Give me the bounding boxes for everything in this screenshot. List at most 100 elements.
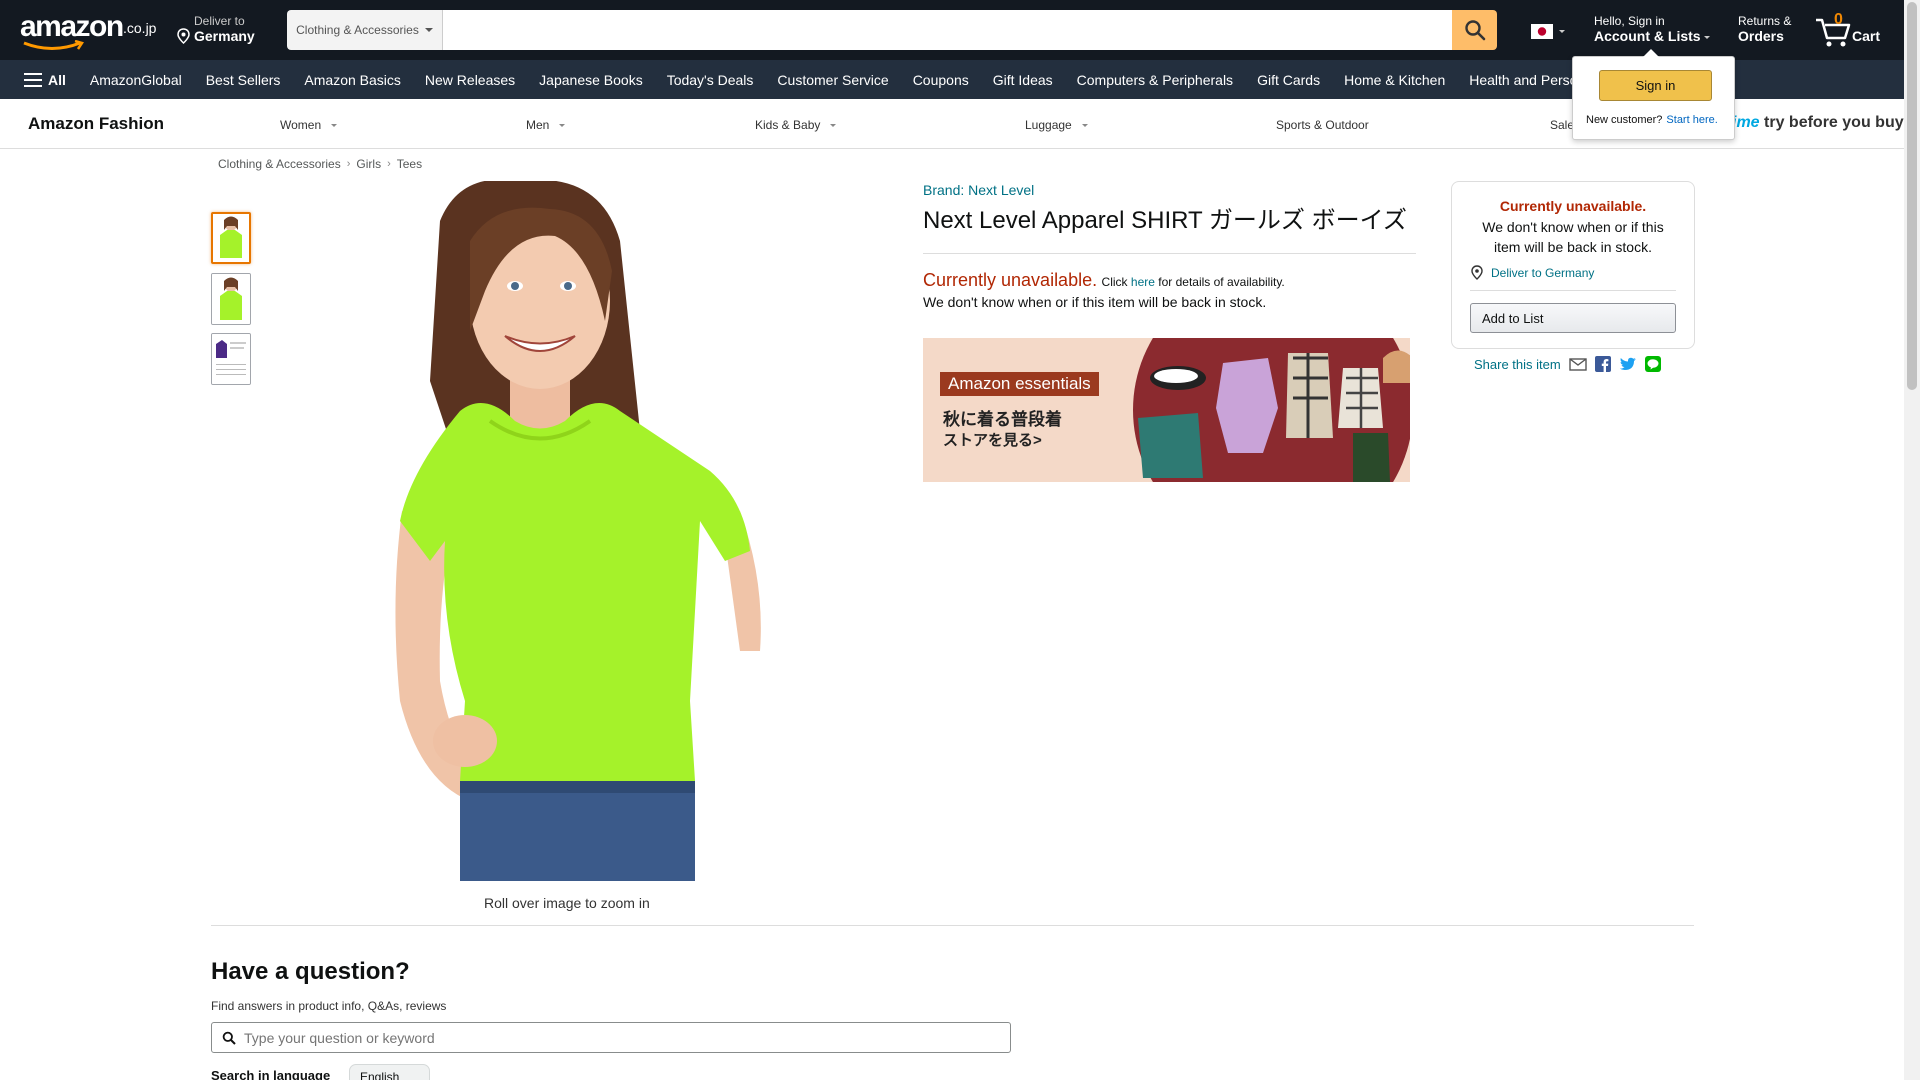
subnav-kids-baby[interactable]: Kids & Baby bbox=[755, 118, 837, 132]
qa-subtitle: Find answers in product info, Q&As, revi… bbox=[211, 999, 447, 1013]
availability-details-text: for details of availability. bbox=[1158, 275, 1285, 289]
nav-link-gift-ideas[interactable]: Gift Ideas bbox=[981, 72, 1065, 88]
subnav-men[interactable]: Men bbox=[526, 118, 566, 132]
signin-flyout: Sign in New customer? Start here. bbox=[1572, 49, 1735, 140]
availability-here-link[interactable]: here bbox=[1131, 275, 1155, 289]
buybox-status: Currently unavailable. bbox=[1499, 198, 1647, 214]
share-row: Share this item bbox=[1474, 356, 1661, 372]
scrollbar-thumb[interactable] bbox=[1907, 2, 1917, 390]
thumbnail-1[interactable] bbox=[211, 212, 251, 264]
subnav-sports-outdoor[interactable]: Sports & Outdoor bbox=[1276, 118, 1369, 132]
subnav-sale[interactable]: Sale bbox=[1550, 118, 1574, 132]
cart-button[interactable]: 0 Cart bbox=[1814, 11, 1884, 48]
prime-try-text: try before you buy bbox=[1764, 114, 1904, 131]
unavailable-label: Currently unavailable. bbox=[923, 270, 1098, 290]
restock-note: We don't know when or if this item will … bbox=[923, 294, 1267, 310]
autumn-clothes-illustration bbox=[1133, 338, 1410, 482]
language-dropdown[interactable]: English bbox=[349, 1064, 430, 1080]
nav-link-home-kitchen[interactable]: Home & Kitchen bbox=[1332, 72, 1457, 88]
line-icon[interactable] bbox=[1644, 356, 1661, 372]
caret-down-icon bbox=[331, 123, 338, 127]
nav-link-amazonglobal[interactable]: AmazonGlobal bbox=[78, 72, 194, 88]
caret-down-icon bbox=[1081, 123, 1088, 127]
divider bbox=[1470, 290, 1676, 291]
question-search-input[interactable] bbox=[244, 1029, 1010, 1046]
nav-link-todays-deals[interactable]: Today's Deals bbox=[655, 72, 766, 88]
qa-section-title: Have a question? bbox=[211, 958, 410, 985]
caret-down-icon bbox=[424, 28, 433, 32]
hamburger-icon bbox=[24, 72, 42, 87]
subnav-luggage[interactable]: Luggage bbox=[1025, 118, 1088, 132]
breadcrumb-item[interactable]: Girls bbox=[356, 157, 381, 171]
cart-icon bbox=[1816, 18, 1851, 47]
all-menu-button[interactable]: All bbox=[0, 72, 78, 88]
account-lists[interactable]: Hello, Sign in Account & Lists bbox=[1594, 14, 1711, 44]
chevron-right-icon: › bbox=[346, 158, 351, 170]
nav-link-japanese-books[interactable]: Japanese Books bbox=[527, 72, 655, 88]
buybox-restock-text: We don't know when or if this item will … bbox=[1482, 219, 1664, 255]
chevron-right-icon: › bbox=[387, 158, 391, 170]
orders-label: Orders bbox=[1738, 28, 1784, 44]
nav-link-coupons[interactable]: Coupons bbox=[901, 72, 981, 88]
nav-link-amazon-basics[interactable]: Amazon Basics bbox=[292, 72, 412, 88]
caret-down-icon bbox=[1559, 30, 1565, 33]
subnav-label: Sale bbox=[1550, 118, 1575, 132]
language-selected-value: English bbox=[360, 1070, 400, 1080]
all-label: All bbox=[48, 71, 66, 88]
add-to-list-button[interactable]: Add to List bbox=[1470, 303, 1676, 333]
breadcrumb-item[interactable]: Clothing & Accessories bbox=[218, 157, 341, 171]
buybox-deliver-link[interactable]: Deliver to Germany bbox=[1470, 265, 1594, 280]
page-scrollbar[interactable] bbox=[1904, 0, 1920, 1080]
smile-arrow-icon bbox=[23, 40, 84, 50]
availability-status: Currently unavailable. Click here for de… bbox=[923, 270, 1285, 291]
banner-headline: 秋に着る普段着 bbox=[943, 410, 1062, 429]
twitter-icon[interactable] bbox=[1619, 357, 1637, 372]
prime-try-before-you-buy[interactable]: prime try before you buy bbox=[1716, 114, 1904, 132]
deliver-label: Deliver to Germany bbox=[1491, 265, 1595, 280]
search-category-label: Clothing & Accessories bbox=[296, 23, 419, 37]
breadcrumb-item[interactable]: Tees bbox=[397, 157, 422, 171]
buy-box: Currently unavailable. We don't know whe… bbox=[1451, 181, 1695, 349]
amazon-essentials-banner[interactable]: Amazon essentials 秋に着る普段着 ストアを見る> bbox=[923, 338, 1410, 482]
subnav-label: Luggage bbox=[1025, 118, 1072, 132]
deliver-to[interactable]: Deliver to Germany bbox=[176, 14, 255, 44]
subnav-label: Men bbox=[526, 118, 550, 132]
returns-orders[interactable]: Returns & Orders bbox=[1738, 14, 1791, 44]
nav-link-gift-cards[interactable]: Gift Cards bbox=[1245, 72, 1332, 88]
caret-down-icon bbox=[559, 123, 566, 127]
nav-link-customer-service[interactable]: Customer Service bbox=[765, 72, 900, 88]
banner-tag: Amazon essentials bbox=[940, 372, 1099, 396]
banner-cta: ストアを見る> bbox=[943, 432, 1042, 449]
divider bbox=[923, 253, 1416, 254]
japan-flag-icon bbox=[1531, 24, 1553, 39]
facebook-icon[interactable] bbox=[1594, 356, 1611, 372]
email-icon[interactable] bbox=[1569, 357, 1587, 371]
cart-label: Cart bbox=[1852, 28, 1881, 44]
nav-link-computers[interactable]: Computers & Peripherals bbox=[1065, 72, 1245, 88]
language-selector[interactable] bbox=[1531, 24, 1565, 39]
search-bar: Clothing & Accessories bbox=[287, 10, 1497, 50]
product-thumbnail-image bbox=[212, 274, 250, 324]
search-input[interactable] bbox=[443, 10, 1452, 50]
flyout-signin-button[interactable]: Sign in bbox=[1599, 70, 1712, 101]
amazon-logo[interactable]: amazon .co.jp bbox=[20, 10, 157, 50]
subnav-women[interactable]: Women bbox=[280, 118, 338, 132]
main-product-image[interactable] bbox=[320, 179, 820, 881]
search-category-select[interactable]: Clothing & Accessories bbox=[287, 10, 443, 50]
new-customer-text: New customer? Start here. bbox=[1586, 114, 1718, 126]
account-label: Account & Lists bbox=[1594, 28, 1701, 44]
deliver-label: Deliver to bbox=[194, 14, 245, 28]
thumbnail-2[interactable] bbox=[211, 273, 251, 325]
fashion-title[interactable]: Amazon Fashion bbox=[28, 114, 164, 134]
nav-link-new-releases[interactable]: New Releases bbox=[413, 72, 527, 88]
search-button[interactable] bbox=[1452, 10, 1497, 50]
logo-suffix: .co.jp bbox=[123, 20, 157, 36]
thumbnail-3[interactable] bbox=[211, 333, 251, 385]
zoom-hint: Roll over image to zoom in bbox=[484, 895, 650, 911]
location-pin-icon bbox=[1471, 265, 1483, 280]
brand-link[interactable]: Brand: Next Level bbox=[923, 182, 1034, 198]
logo-text: amazon bbox=[20, 10, 124, 43]
start-here-link[interactable]: Start here. bbox=[1666, 114, 1717, 126]
nav-link-best-sellers[interactable]: Best Sellers bbox=[194, 72, 293, 88]
size-chart-thumbnail-image bbox=[212, 334, 250, 384]
